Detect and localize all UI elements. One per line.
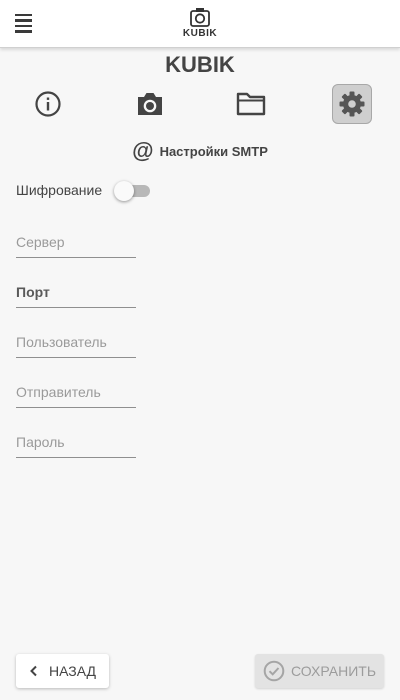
- toggle-knob: [114, 181, 135, 201]
- gear-icon: [339, 91, 365, 117]
- password-input[interactable]: [16, 428, 136, 456]
- check-circle-icon: [263, 660, 285, 682]
- camera-icon: [138, 93, 162, 115]
- chevron-left-icon: [30, 665, 37, 677]
- icon-tabs: [0, 84, 400, 124]
- logo-camera-icon: [190, 8, 210, 27]
- top-app-bar: KUBIK: [0, 0, 400, 48]
- folder-icon: [236, 92, 266, 116]
- app-logo: KUBIK: [170, 7, 230, 39]
- section-heading: @ Настройки SMTP: [0, 140, 400, 162]
- page-title: KUBIK: [165, 52, 235, 77]
- back-button[interactable]: НАЗАД: [16, 654, 109, 688]
- encryption-row: Шифрование: [16, 180, 154, 201]
- tab-folder[interactable]: [231, 84, 271, 124]
- server-input[interactable]: [16, 228, 136, 256]
- sender-field: [16, 378, 136, 408]
- tab-settings[interactable]: [332, 84, 372, 124]
- hamburger-menu-icon[interactable]: [14, 14, 34, 34]
- user-input[interactable]: [16, 328, 136, 356]
- password-field: [16, 428, 136, 458]
- back-button-label: НАЗАД: [48, 663, 97, 679]
- encryption-label: Шифрование: [16, 182, 103, 198]
- tab-camera[interactable]: [130, 84, 170, 124]
- logo-text: KUBIK: [182, 28, 218, 39]
- server-field: [16, 228, 136, 258]
- user-field: [16, 328, 136, 358]
- info-icon: [35, 91, 61, 117]
- section-title: Настройки SMTP: [159, 143, 268, 159]
- tab-info[interactable]: [28, 84, 68, 124]
- save-button[interactable]: СОХРАНИТЬ: [255, 654, 384, 688]
- save-button-label: СОХРАНИТЬ: [290, 663, 377, 679]
- encryption-toggle[interactable]: [114, 180, 154, 201]
- sender-input[interactable]: [16, 378, 136, 406]
- port-field: [16, 278, 136, 308]
- at-icon: @: [132, 138, 154, 163]
- port-input[interactable]: [16, 278, 136, 306]
